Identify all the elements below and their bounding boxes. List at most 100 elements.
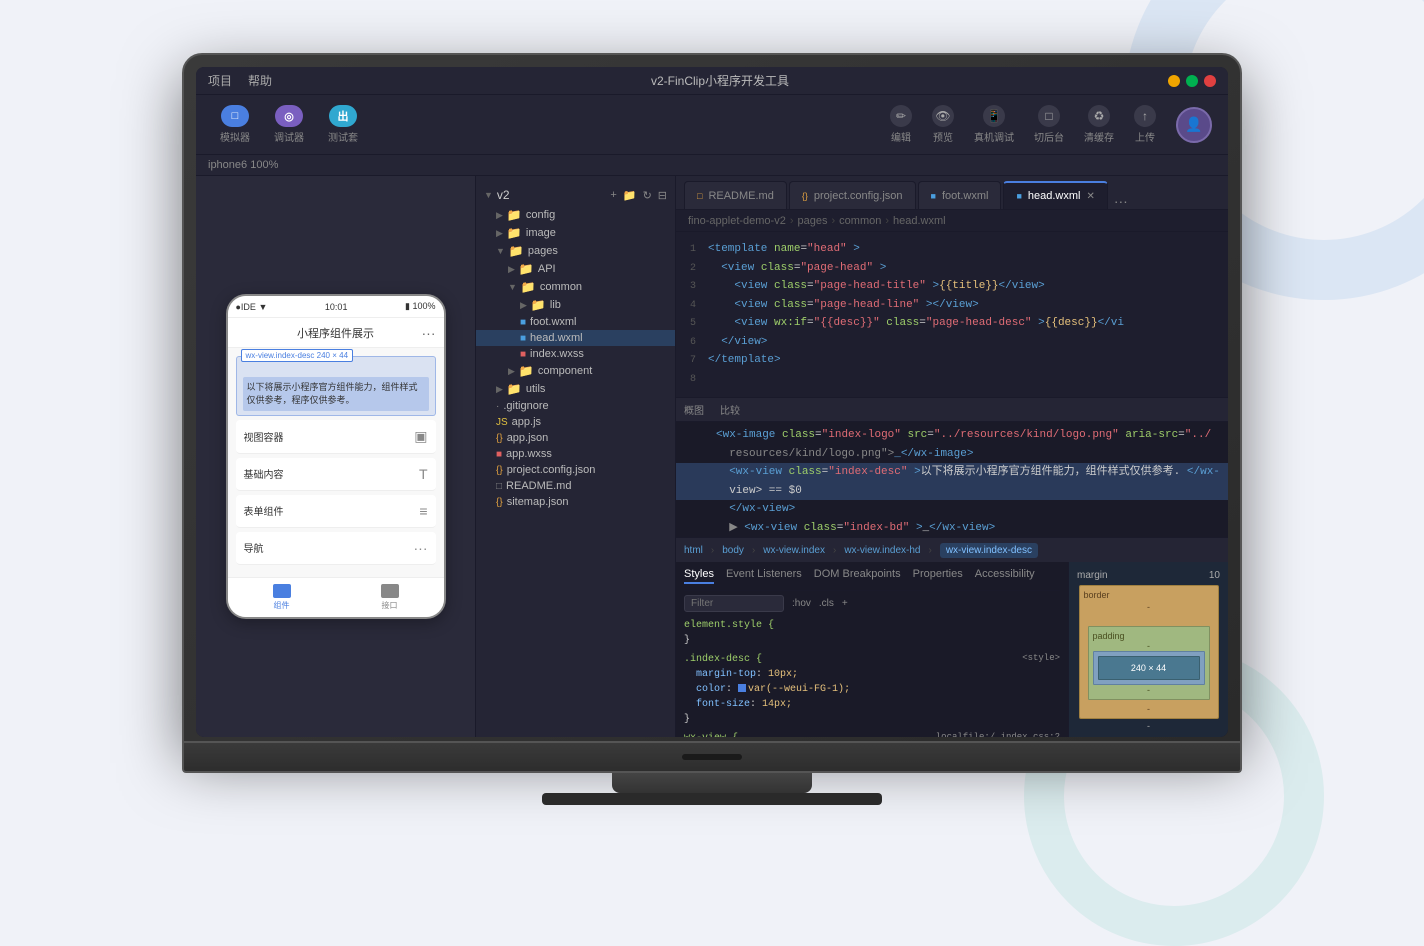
tab-foot-wxml[interactable]: ■ foot.wxml xyxy=(918,181,1002,209)
clear-cache-label: 清缓存 xyxy=(1084,129,1114,144)
edit-icon: ✏ xyxy=(890,105,912,127)
file-app-json[interactable]: {} app.json xyxy=(476,430,675,446)
element-wx-view-index-desc[interactable]: wx-view.index-desc xyxy=(940,543,1038,558)
pages-folder-icon: 📁 xyxy=(509,244,524,258)
nav-components[interactable]: 组件 xyxy=(228,578,336,617)
filter-cls[interactable]: .cls xyxy=(819,598,834,609)
element-wx-view-index-hd[interactable]: wx-view.index-hd xyxy=(844,545,920,556)
background-action[interactable]: □ 切后台 xyxy=(1034,105,1064,144)
phone-title: 小程序组件展示 xyxy=(297,325,374,341)
device-zoom: 100% xyxy=(250,159,278,171)
phone-title-dots[interactable]: ··· xyxy=(422,325,436,341)
file-pages[interactable]: 📁 pages xyxy=(476,242,675,260)
toolbar-actions: ✏ 编辑 👁 预览 📱 真机调试 □ 切后台 xyxy=(890,105,1212,144)
styles-tabs: Styles Event Listeners DOM Breakpoints P… xyxy=(684,562,1060,591)
device-debug-action[interactable]: 📱 真机调试 xyxy=(974,105,1014,144)
tab-readme[interactable]: □ README.md xyxy=(684,181,787,209)
file-config[interactable]: 📁 config xyxy=(476,206,675,224)
css-rule-element-style: element.style { } xyxy=(684,618,1060,648)
file-component[interactable]: 📁 component xyxy=(476,362,675,380)
explorer-new-file-icon[interactable]: + xyxy=(610,189,616,202)
close-button[interactable] xyxy=(1204,75,1216,87)
element-wx-view-index[interactable]: wx-view.index xyxy=(763,545,825,556)
file-api[interactable]: 📁 API xyxy=(476,260,675,278)
tab-styles[interactable]: Styles xyxy=(684,568,714,584)
explorer-refresh-icon[interactable]: ↻ xyxy=(643,189,652,202)
common-label: common xyxy=(540,281,582,293)
file-index-wxss[interactable]: ■ index.wxss xyxy=(476,346,675,362)
background-label: 切后台 xyxy=(1034,129,1064,144)
explorer-header: v2 + 📁 ↻ ⊟ xyxy=(476,184,675,206)
tab-dom-breakpoints[interactable]: DOM Breakpoints xyxy=(814,568,901,584)
html-line-5: </wx-view> xyxy=(676,500,1228,519)
upload-label: 上传 xyxy=(1135,129,1155,144)
maximize-button[interactable] xyxy=(1186,75,1198,87)
edit-action[interactable]: ✏ 编辑 xyxy=(890,105,912,144)
file-head-wxml[interactable]: ■ head.wxml xyxy=(476,330,675,346)
code-line-8: 8 xyxy=(676,370,1228,389)
main-content: ●IDE ▼ 10:01 ▮ 100% 小程序组件展示 ··· xyxy=(196,176,1228,737)
tab-overflow-button[interactable]: ··· xyxy=(1110,193,1132,209)
explorer-new-folder-icon[interactable]: 📁 xyxy=(623,189,637,202)
project-config-label: project.config.json xyxy=(507,464,596,476)
simulator-button[interactable]: □ 模拟器 xyxy=(212,101,258,148)
breadcrumb-sep-2: › xyxy=(832,215,836,227)
clear-cache-action[interactable]: ♻ 清缓存 xyxy=(1084,105,1114,144)
file-sitemap[interactable]: {} sitemap.json xyxy=(476,494,675,510)
user-avatar[interactable]: 👤 xyxy=(1176,107,1212,143)
file-utils[interactable]: 📁 utils xyxy=(476,380,675,398)
phone-desc-text: 以下将展示小程序官方组件能力，组件样式仅供参考，程序仅供参考。 xyxy=(243,377,429,410)
clear-cache-icon: ♻ xyxy=(1088,105,1110,127)
filter-plus[interactable]: + xyxy=(842,598,848,609)
root-chevron[interactable] xyxy=(484,190,493,200)
testkit-button[interactable]: 出 测试套 xyxy=(320,101,366,148)
explorer-collapse-icon[interactable]: ⊟ xyxy=(658,189,667,202)
element-body[interactable]: body xyxy=(722,545,744,556)
html-line-3: <wx-view class="index-desc" >以下将展示小程序官方组… xyxy=(676,463,1228,482)
simulator-icon: □ xyxy=(221,105,249,127)
file-lib[interactable]: 📁 lib xyxy=(476,296,675,314)
file-readme[interactable]: □ README.md xyxy=(476,478,675,494)
device-debug-icon: 📱 xyxy=(983,105,1005,127)
component-label: component xyxy=(538,365,592,377)
tab-head-wxml[interactable]: ■ head.wxml ✕ xyxy=(1003,181,1107,209)
tab-event-listeners[interactable]: Event Listeners xyxy=(726,568,802,584)
html-view-compare[interactable]: 比较 xyxy=(720,402,740,417)
head-wxml-label: head.wxml xyxy=(530,332,583,344)
laptop-notch xyxy=(682,754,742,760)
menu-item-help[interactable]: 帮助 xyxy=(248,72,272,89)
project-config-tab-icon: {} xyxy=(802,191,808,201)
code-editor[interactable]: 1 <template name="head" > 2 xyxy=(676,232,1228,397)
file-common[interactable]: 📁 common xyxy=(476,278,675,296)
file-app-js[interactable]: JS app.js xyxy=(476,414,675,430)
minimize-button[interactable] xyxy=(1168,75,1180,87)
image-chevron xyxy=(496,228,503,239)
file-foot-wxml[interactable]: ■ foot.wxml xyxy=(476,314,675,330)
tab-accessibility[interactable]: Accessibility xyxy=(975,568,1035,584)
styles-panel: Styles Event Listeners DOM Breakpoints P… xyxy=(676,562,1228,737)
html-line-2: resources/kind/logo.png">_</wx-image> xyxy=(676,445,1228,464)
element-html[interactable]: html xyxy=(684,545,703,556)
file-gitignore[interactable]: · .gitignore xyxy=(476,398,675,414)
file-image[interactable]: 📁 image xyxy=(476,224,675,242)
file-explorer: v2 + 📁 ↻ ⊟ 📁 config xyxy=(476,176,676,737)
editor-area: □ README.md {} project.config.json ■ foo… xyxy=(676,176,1228,737)
preview-action[interactable]: 👁 预览 xyxy=(932,105,954,144)
upload-action[interactable]: ↑ 上传 xyxy=(1134,105,1156,144)
preview-icon: 👁 xyxy=(932,105,954,127)
file-project-config[interactable]: {} project.config.json xyxy=(476,462,675,478)
readme-tab-icon: □ xyxy=(697,191,702,201)
phone-list-item-2: 表单组件 ≡ xyxy=(236,495,436,528)
menu-item-project[interactable]: 项目 xyxy=(208,72,232,89)
box-model: border - padding - 240 × 44 xyxy=(1079,585,1219,719)
filter-hover[interactable]: :hov xyxy=(792,598,811,609)
nav-interface[interactable]: 接口 xyxy=(336,578,444,617)
debugger-button[interactable]: ◎ 调试器 xyxy=(266,101,312,148)
tab-properties[interactable]: Properties xyxy=(913,568,963,584)
file-app-wxss[interactable]: ■ app.wxss xyxy=(476,446,675,462)
tab-project-config[interactable]: {} project.config.json xyxy=(789,181,916,209)
filter-input[interactable] xyxy=(684,595,784,612)
html-view-diagram[interactable]: 概图 xyxy=(684,402,704,417)
tab-head-wxml-close[interactable]: ✕ xyxy=(1086,191,1094,202)
box-content-size: 240 × 44 xyxy=(1098,656,1200,680)
